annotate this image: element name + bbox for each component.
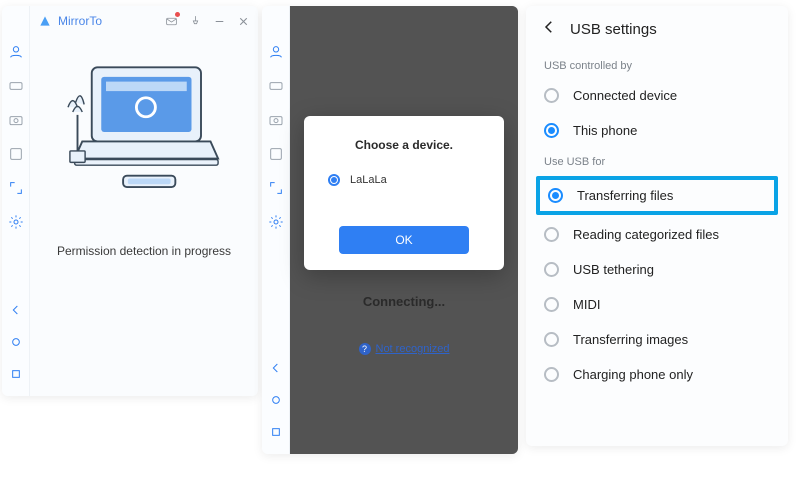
screenshot-icon[interactable] — [8, 146, 24, 162]
option-usb-tethering[interactable]: USB tethering — [526, 252, 788, 287]
option-label: USB tethering — [573, 262, 654, 277]
minimize-icon[interactable] — [212, 14, 226, 28]
mail-icon[interactable] — [164, 14, 178, 28]
modal-title: Choose a device. — [322, 138, 486, 152]
option-label: Charging phone only — [573, 367, 693, 382]
option-transferring-images[interactable]: Transferring images — [526, 322, 788, 357]
home-icon[interactable] — [8, 334, 24, 350]
panel1-main: Permission detection in progress — [30, 6, 258, 396]
radio-off-icon — [544, 367, 559, 382]
highlighted-option: Transferring files — [536, 176, 778, 215]
app-logo-icon — [38, 14, 52, 28]
not-recognized-link[interactable]: ? Not recognized — [359, 343, 450, 355]
not-recognized-label: Not recognized — [376, 343, 450, 355]
back-icon[interactable] — [268, 360, 284, 376]
usb-settings-header: USB settings — [526, 6, 788, 52]
settings-icon[interactable] — [8, 214, 24, 230]
recent-icon[interactable] — [8, 366, 24, 382]
radio-off-icon — [544, 332, 559, 347]
radio-off-icon — [544, 262, 559, 277]
device-option[interactable]: LaLaLa — [328, 174, 486, 186]
choose-device-modal: Choose a device. LaLaLa OK — [304, 116, 504, 270]
option-label: Transferring files — [577, 188, 673, 203]
usb-settings-title: USB settings — [570, 21, 657, 38]
panel2-main: Choose a device. LaLaLa OK Connecting...… — [290, 6, 518, 454]
option-charging-only[interactable]: Charging phone only — [526, 357, 788, 392]
option-label: Transferring images — [573, 332, 688, 347]
home-icon[interactable] — [268, 392, 284, 408]
radio-off-icon — [544, 227, 559, 242]
panel-choose-device: MirrorTo Choose a device. LaLaLa OK Conn… — [262, 6, 518, 454]
camera-icon[interactable] — [8, 112, 24, 128]
use-usb-for-label: Use USB for — [526, 148, 788, 174]
status-text: Permission detection in progress — [57, 244, 231, 258]
option-midi[interactable]: MIDI — [526, 287, 788, 322]
connecting-text: Connecting... — [363, 294, 445, 309]
sidebar-rail — [2, 6, 30, 396]
screenshot-icon[interactable] — [268, 146, 284, 162]
option-transferring-files[interactable]: Transferring files — [548, 186, 766, 205]
panel-usb-settings: USB settings USB controlled by Connected… — [526, 6, 788, 446]
panel-permission: MirrorTo Permission detection in progres — [2, 6, 258, 396]
settings-icon[interactable] — [268, 214, 284, 230]
laptop-illustration — [49, 46, 239, 216]
option-this-phone[interactable]: This phone — [526, 113, 788, 148]
controlled-by-label: USB controlled by — [526, 52, 788, 78]
radio-on-icon — [548, 188, 563, 203]
camera-icon[interactable] — [268, 112, 284, 128]
titlebar: MirrorTo — [30, 6, 258, 36]
user-icon[interactable] — [268, 44, 284, 60]
radio-off-icon — [544, 297, 559, 312]
option-label: Connected device — [573, 88, 677, 103]
option-label: MIDI — [573, 297, 600, 312]
option-connected-device[interactable]: Connected device — [526, 78, 788, 113]
close-icon[interactable] — [236, 14, 250, 28]
back-icon[interactable] — [8, 302, 24, 318]
help-icon: ? — [359, 343, 371, 355]
ok-button[interactable]: OK — [339, 226, 469, 254]
option-label: This phone — [573, 123, 637, 138]
radio-on-icon — [544, 123, 559, 138]
option-label: Reading categorized files — [573, 227, 719, 242]
expand-icon[interactable] — [268, 180, 284, 196]
keyboard-icon[interactable] — [268, 78, 284, 94]
option-reading-categorized[interactable]: Reading categorized files — [526, 217, 788, 252]
radio-selected-icon — [328, 174, 340, 186]
recent-icon[interactable] — [268, 424, 284, 440]
radio-off-icon — [544, 88, 559, 103]
expand-icon[interactable] — [8, 180, 24, 196]
back-icon[interactable] — [540, 18, 558, 40]
user-icon[interactable] — [8, 44, 24, 60]
sidebar-rail — [262, 6, 290, 454]
pin-icon[interactable] — [188, 14, 202, 28]
device-option-label: LaLaLa — [350, 174, 387, 186]
keyboard-icon[interactable] — [8, 78, 24, 94]
app-title: MirrorTo — [58, 14, 102, 28]
